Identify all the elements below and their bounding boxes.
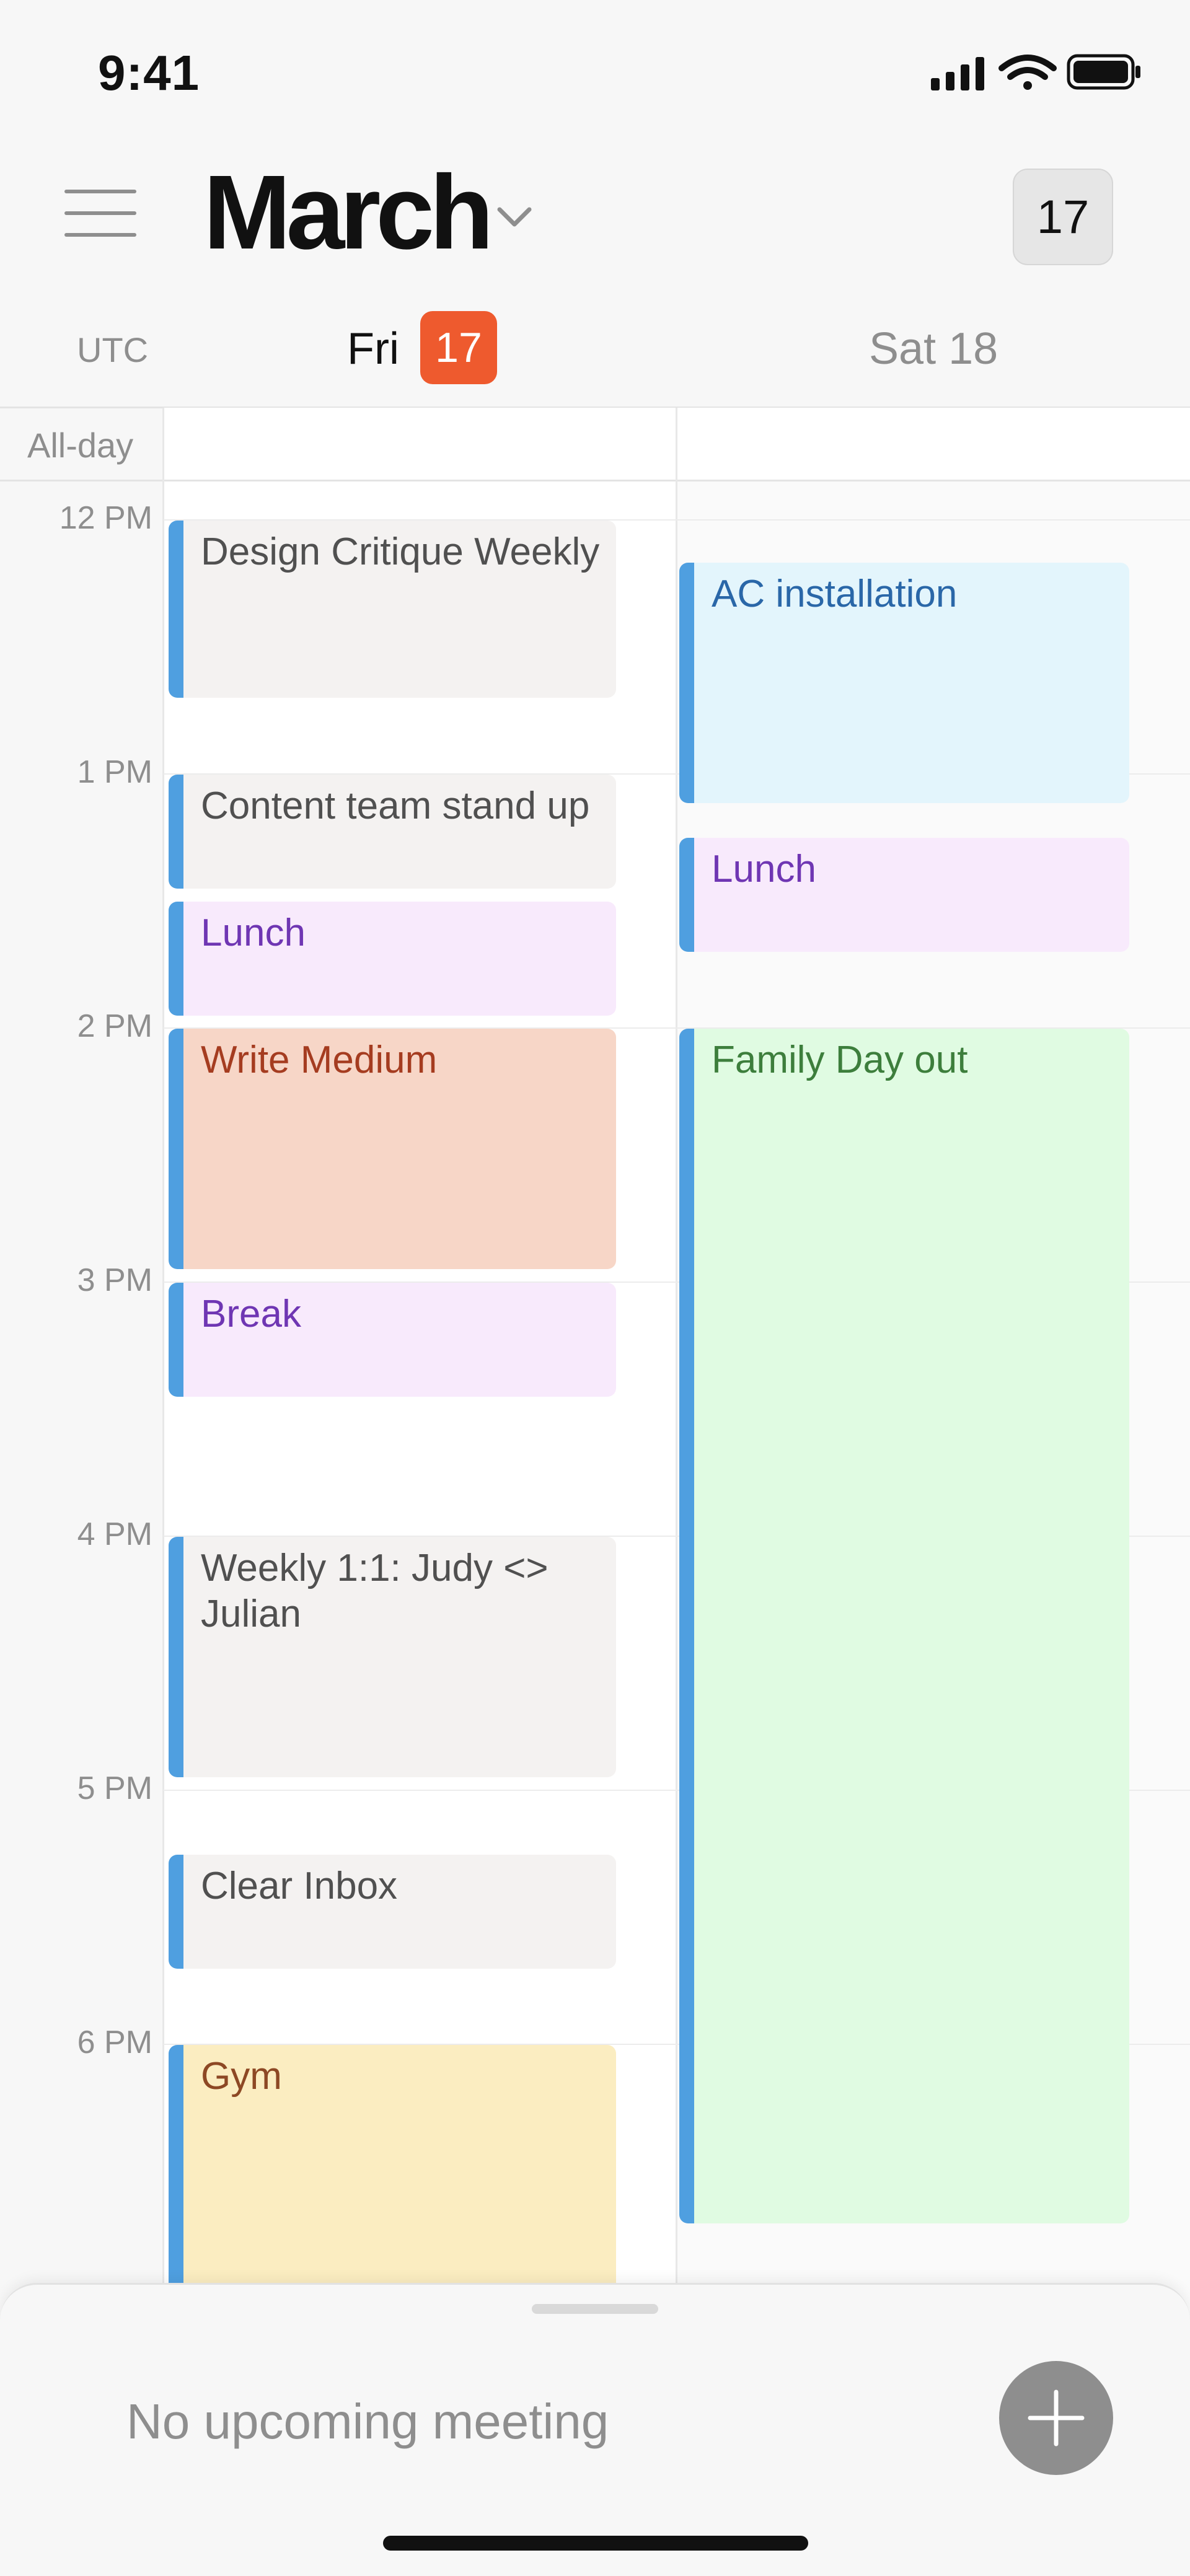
event-title: Content team stand up — [201, 785, 590, 827]
hour-label: 12 PM — [59, 500, 152, 536]
day-header-fri[interactable]: Fri — [347, 323, 399, 374]
hour-label: 6 PM — [77, 2024, 152, 2060]
day-header-sat[interactable]: Sat 18 — [869, 323, 998, 374]
event-gym[interactable]: Gym — [169, 2045, 616, 2293]
event-title: Weekly 1:1: Judy <> Julian — [201, 1547, 549, 1635]
chevron-down-icon[interactable] — [496, 204, 533, 229]
sheet-grabber[interactable] — [532, 2304, 658, 2314]
event-title: Break — [201, 1293, 301, 1335]
hamburger-menu-icon[interactable] — [64, 190, 136, 237]
event-lunch-sat[interactable]: Lunch — [679, 838, 1129, 952]
cellular-signal-icon — [931, 57, 984, 90]
upcoming-meeting-status: No upcoming meeting — [126, 2394, 609, 2449]
event-ac-installation[interactable]: AC installation — [679, 563, 1129, 803]
wifi-icon — [998, 55, 1057, 90]
event-title: Family Day out — [712, 1039, 968, 1081]
event-title: AC installation — [712, 573, 958, 615]
battery-icon — [1067, 54, 1140, 90]
hour-label: 4 PM — [77, 1516, 152, 1552]
event-title: Lunch — [201, 912, 306, 954]
event-clear-inbox[interactable]: Clear Inbox — [169, 1855, 616, 1969]
event-weekly-1-1[interactable]: Weekly 1:1: Judy <> Julian — [169, 1537, 616, 1777]
column-divider — [162, 408, 164, 2576]
event-content-standup[interactable]: Content team stand up — [169, 775, 616, 889]
hour-label: 5 PM — [77, 1770, 152, 1806]
event-title: Gym — [201, 2055, 282, 2098]
status-icons — [927, 51, 1144, 94]
plus-icon — [1028, 2389, 1085, 2446]
status-time: 9:41 — [98, 45, 200, 100]
month-title[interactable]: March — [203, 160, 494, 265]
event-title: Lunch — [712, 848, 816, 890]
hour-label: 2 PM — [77, 1008, 152, 1044]
today-date-badge[interactable]: 17 — [420, 311, 497, 384]
event-break[interactable]: Break — [169, 1283, 616, 1397]
event-title: Write Medium — [201, 1039, 438, 1081]
event-lunch-fri[interactable]: Lunch — [169, 902, 616, 1016]
all-day-label: All-day — [27, 426, 134, 465]
timezone-label: UTC — [77, 330, 149, 369]
today-button[interactable]: 17 — [1013, 169, 1113, 265]
column-divider — [676, 408, 677, 2576]
event-design-critique[interactable]: Design Critique Weekly — [169, 521, 616, 698]
event-title: Design Critique Weekly — [201, 530, 600, 573]
hour-label: 3 PM — [77, 1262, 152, 1298]
event-title: Clear Inbox — [201, 1865, 398, 1907]
add-event-button[interactable] — [999, 2361, 1113, 2475]
event-family-day-out[interactable]: Family Day out — [679, 1029, 1129, 2223]
event-write-medium[interactable]: Write Medium — [169, 1029, 616, 1269]
hour-label: 1 PM — [77, 754, 152, 790]
home-indicator[interactable] — [383, 2536, 808, 2551]
